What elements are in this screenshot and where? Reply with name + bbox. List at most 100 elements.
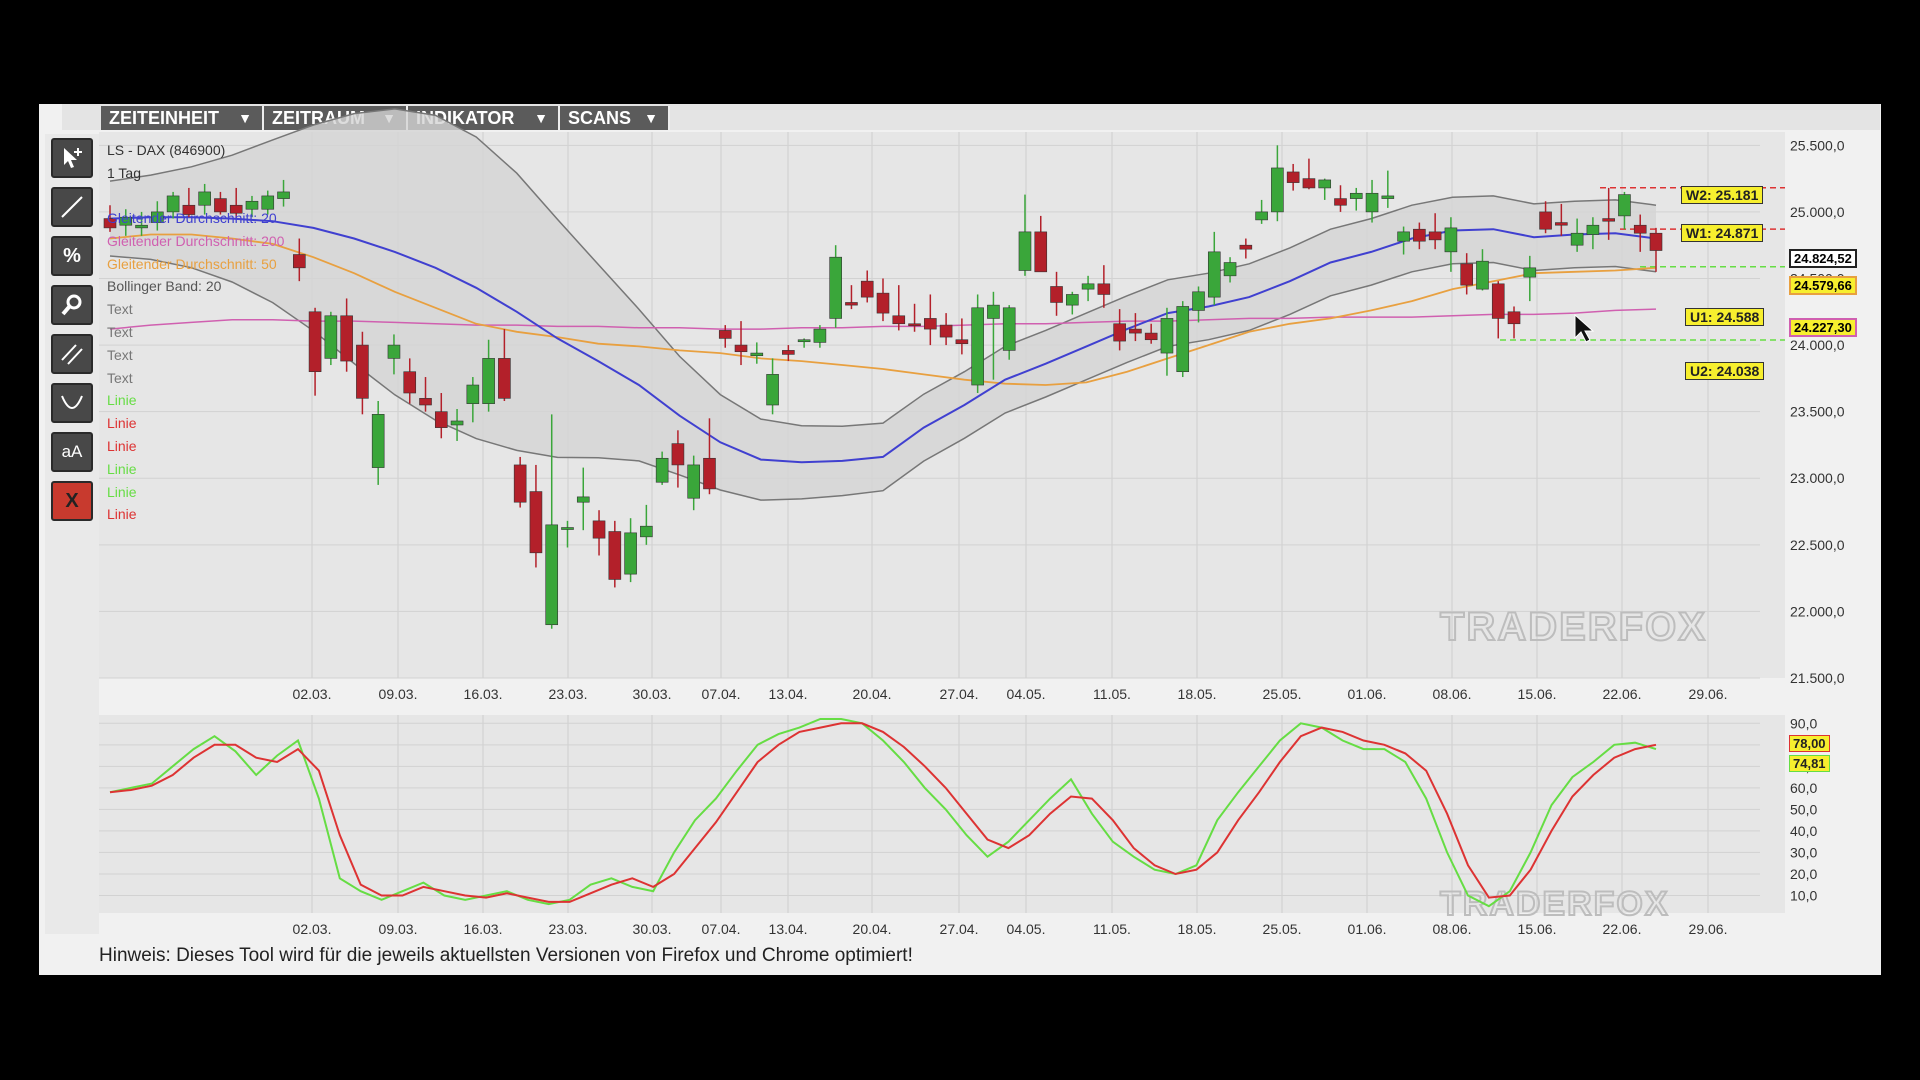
candle-body <box>1034 231 1048 273</box>
y-tick-label: 23.000,0 <box>1790 470 1845 486</box>
oscillator-tag-d: 78,00 <box>1789 735 1830 752</box>
y-tick-label: 50,0 <box>1790 801 1817 817</box>
symbol-label: LS - DAX (846900) <box>107 142 226 158</box>
candle <box>324 311 338 366</box>
candle-body <box>513 464 527 503</box>
candle-body <box>1523 267 1537 278</box>
y-tick-label: 22.000,0 <box>1790 603 1845 619</box>
candle-body <box>1318 179 1332 189</box>
y-tick-label: 30,0 <box>1790 844 1817 860</box>
x-tick-label: 20.04. <box>853 686 892 702</box>
candle-body <box>1144 332 1158 341</box>
candle-body <box>860 280 874 298</box>
candle-body <box>640 525 653 538</box>
y-tick-label: 21.500,0 <box>1790 670 1845 686</box>
candle-body <box>908 323 921 327</box>
candle-body <box>1649 232 1663 251</box>
chart-canvas[interactable]: 02.03. 09.03. 16.03. 23.03. 30.03. 07.04. 13.0… <box>0 0 1920 1080</box>
candle-body <box>1018 231 1032 271</box>
legend-item[interactable]: Text <box>107 370 133 386</box>
x-tick-label: 02.03. <box>293 686 332 702</box>
candle-body <box>766 374 779 406</box>
x-tick-label: 08.06. <box>1433 686 1472 702</box>
y-tick-label: 40,0 <box>1790 823 1817 839</box>
x-tick-label: 04.05. <box>1007 686 1046 702</box>
legend-item[interactable]: Gleitender Durchschnitt: 200 <box>107 233 284 249</box>
price-tag-ma50: 24.579,66 <box>1789 276 1857 295</box>
x-tick-label: 27.04. <box>940 921 979 937</box>
level-u2: U2: 24.038 <box>1685 362 1765 380</box>
candle-body <box>718 330 732 339</box>
candle-body <box>876 292 890 314</box>
candle-body <box>971 307 984 386</box>
legend-item[interactable]: Text <box>107 324 133 340</box>
legend-item[interactable]: Bollinger Band: 20 <box>107 278 221 294</box>
candle-body <box>1239 244 1253 250</box>
legend-item[interactable]: Gleitender Durchschnitt: 20 <box>107 210 277 226</box>
candle-body <box>955 339 969 345</box>
candle-body <box>1160 318 1174 354</box>
candle-body <box>734 344 748 353</box>
y-tick-label: 20,0 <box>1790 866 1817 882</box>
x-tick-label: 16.03. <box>464 921 503 937</box>
level-w2: W2: 25.181 <box>1681 186 1764 204</box>
candle-body <box>371 414 385 468</box>
candle-body <box>1286 171 1300 183</box>
price-tag-ma200: 24.227,30 <box>1789 318 1857 337</box>
candle-body <box>987 304 1000 319</box>
candle-body <box>1081 283 1095 290</box>
candle-body <box>1066 294 1079 306</box>
legend-item[interactable]: Text <box>107 347 133 363</box>
candle-body <box>387 344 401 359</box>
candle-body <box>655 457 669 483</box>
y-tick-label: 25.500,0 <box>1790 137 1845 153</box>
candle-body <box>356 344 369 399</box>
candle-body <box>198 191 211 206</box>
x-tick-label: 22.06. <box>1603 686 1642 702</box>
candle-body <box>924 318 937 330</box>
x-tick-label: 30.03. <box>633 921 672 937</box>
candle-body <box>1255 211 1268 221</box>
candle-body <box>419 398 432 406</box>
legend-item[interactable]: Gleitender Durchschnitt: 50 <box>107 256 277 272</box>
legend-item[interactable]: Linie <box>107 415 137 431</box>
candle-body <box>498 358 511 399</box>
candle-body <box>608 531 622 580</box>
x-tick-label: 25.05. <box>1263 921 1302 937</box>
candle-body <box>1381 195 1395 199</box>
candle-body <box>324 315 338 359</box>
y-tick-label: 25.000,0 <box>1790 204 1845 220</box>
legend-item[interactable]: Linie <box>107 438 137 454</box>
candle-body <box>576 496 590 503</box>
x-tick-label: 01.06. <box>1348 921 1387 937</box>
candle-body <box>1460 263 1473 286</box>
x-tick-label: 07.04. <box>702 686 741 702</box>
candle-body <box>939 324 953 338</box>
candle-body <box>340 315 353 362</box>
candle-body <box>592 520 606 539</box>
candle-body <box>892 315 906 325</box>
y-tick-label: 23.500,0 <box>1790 404 1845 420</box>
x-tick-label: 01.06. <box>1348 686 1387 702</box>
y-tick-label: 60,0 <box>1790 780 1817 796</box>
watermark-logo: TRADERFOX <box>1440 885 1670 923</box>
candle-body <box>1349 192 1363 199</box>
legend-item[interactable]: Text <box>107 301 133 317</box>
legend-item[interactable]: Linie <box>107 506 137 522</box>
legend-item[interactable]: Linie <box>107 392 137 408</box>
y-tick-label: 22.500,0 <box>1790 537 1845 553</box>
candle-body <box>1002 307 1016 351</box>
x-tick-label: 11.05. <box>1093 921 1131 937</box>
candle-body <box>797 339 811 343</box>
candle-body <box>482 358 495 404</box>
candle-body <box>308 311 322 373</box>
candle <box>971 294 984 394</box>
x-tick-label: 13.04. <box>769 686 808 702</box>
candle-body <box>1413 228 1426 242</box>
candle-body <box>813 328 827 343</box>
candle-body <box>466 384 480 404</box>
legend-item[interactable]: Linie <box>107 461 137 477</box>
legend-item[interactable]: Linie <box>107 484 137 500</box>
candle-body <box>1176 306 1190 373</box>
candle-body <box>1539 211 1552 230</box>
